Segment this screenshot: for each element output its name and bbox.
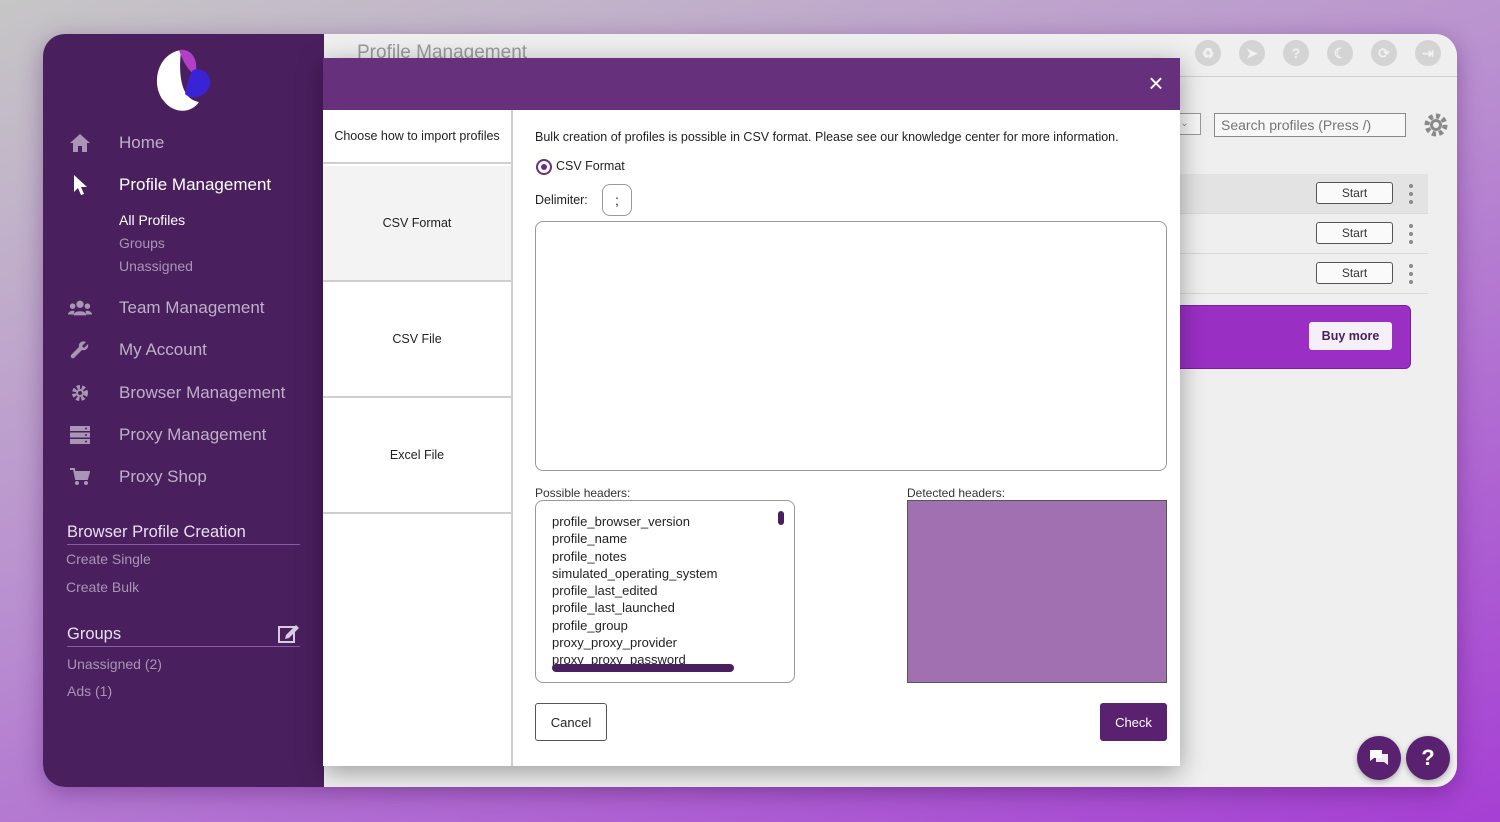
nav-proxy-shop[interactable]: Proxy Shop — [43, 462, 324, 492]
import-method-panel: Choose how to import profiles CSV Format… — [323, 110, 513, 766]
wrench-icon — [68, 339, 92, 361]
search-input[interactable] — [1214, 113, 1406, 137]
csv-input-textarea[interactable] — [535, 221, 1167, 471]
nav-my-account-label: My Account — [119, 340, 207, 359]
list-item: simulated_operating_system — [552, 565, 718, 581]
delimiter-label: Delimiter: — [535, 193, 588, 207]
kebab-menu-icon[interactable] — [1408, 264, 1414, 284]
close-icon[interactable]: × — [1144, 70, 1168, 96]
buy-more-button[interactable]: Buy more — [1309, 322, 1392, 350]
cancel-button[interactable]: Cancel — [535, 703, 607, 741]
recycle-icon[interactable]: ♻ — [1195, 40, 1221, 66]
import-method-title: Choose how to import profiles — [323, 110, 511, 164]
nav-proxy-shop-label: Proxy Shop — [119, 467, 207, 486]
chat-icon[interactable] — [1357, 736, 1401, 780]
list-item: profile_notes — [552, 548, 627, 564]
group-unassigned[interactable]: Unassigned (2) — [67, 656, 162, 672]
detected-headers-label: Detected headers: — [907, 486, 1006, 500]
possible-headers-list[interactable]: profile_browser_version profile_name pro… — [535, 500, 795, 683]
list-item: profile_browser_version — [552, 514, 691, 529]
nav-home-label: Home — [119, 133, 165, 152]
cart-icon — [68, 466, 92, 488]
cursor-icon — [68, 174, 92, 196]
create-single-link[interactable]: Create Single — [66, 551, 151, 567]
nav-browser-management-label: Browser Management — [119, 383, 286, 402]
possible-headers-items: profile_browser_version profile_name pro… — [552, 513, 717, 669]
list-item: proxy_proxy_provider — [552, 635, 678, 651]
group-ads[interactable]: Ads (1) — [67, 683, 112, 699]
sidebar: Home Profile Management All Profiles Gro… — [43, 34, 324, 787]
sub-item-all-profiles[interactable]: All Profiles — [119, 212, 185, 228]
refresh-icon[interactable]: ⟳ — [1371, 40, 1397, 66]
check-button[interactable]: Check — [1100, 703, 1167, 741]
list-item: profile_group — [552, 617, 628, 633]
start-button[interactable]: Start — [1316, 222, 1393, 244]
logout-icon[interactable]: ⇥ — [1415, 40, 1441, 66]
start-button[interactable]: Start — [1316, 262, 1393, 284]
csv-format-radio[interactable] — [536, 159, 552, 175]
settings-gear-icon[interactable] — [1423, 112, 1449, 138]
gear-icon — [68, 382, 92, 404]
modal-header: × — [323, 58, 1180, 110]
delimiter-input[interactable] — [602, 184, 632, 216]
nav-proxy-management-label: Proxy Management — [119, 425, 267, 444]
import-modal: × Choose how to import profiles CSV Form… — [323, 58, 1180, 766]
list-item: profile_name — [552, 531, 628, 547]
server-icon — [68, 424, 92, 446]
browser-profile-creation-title: Browser Profile Creation — [67, 523, 300, 545]
nav-profile-management[interactable]: Profile Management — [43, 170, 324, 200]
horizontal-scrollbar[interactable] — [552, 664, 734, 672]
sub-item-groups[interactable]: Groups — [119, 235, 165, 251]
kebab-menu-icon[interactable] — [1408, 224, 1414, 244]
kebab-menu-icon[interactable] — [1408, 184, 1414, 204]
nav-browser-management[interactable]: Browser Management — [43, 378, 324, 408]
detected-headers-box — [907, 500, 1167, 683]
create-bulk-link[interactable]: Create Bulk — [66, 579, 139, 595]
nav-home[interactable]: Home — [43, 128, 324, 158]
vertical-scrollbar[interactable] — [778, 511, 784, 525]
home-icon — [68, 132, 92, 154]
users-icon — [68, 297, 92, 319]
info-text: Bulk creation of profiles is possible in… — [535, 130, 1119, 144]
help-fab[interactable]: ? — [1406, 736, 1450, 780]
profile-row: Start — [1179, 254, 1428, 294]
top-toolbar: ♻ ➤ ? ☾ ⟳ ⇥ — [1195, 40, 1441, 66]
tab-csv-file[interactable]: CSV File — [323, 282, 511, 398]
brand-logo — [157, 49, 211, 111]
list-item: profile_last_launched — [552, 600, 675, 616]
list-item: profile_last_edited — [552, 583, 658, 599]
tab-excel-file[interactable]: Excel File — [323, 398, 511, 514]
groups-title-label: Groups — [67, 625, 122, 643]
nav-profile-management-label: Profile Management — [119, 175, 272, 194]
help-icon[interactable]: ? — [1283, 40, 1309, 66]
nav-team-management[interactable]: Team Management — [43, 293, 324, 323]
moon-icon[interactable]: ☾ — [1327, 40, 1353, 66]
nav-team-management-label: Team Management — [119, 298, 265, 317]
groups-title: Groups — [67, 625, 300, 647]
tab-csv-format[interactable]: CSV Format — [323, 166, 511, 282]
profile-row: Start — [1179, 174, 1428, 214]
edit-groups-icon[interactable] — [278, 623, 300, 648]
start-button[interactable]: Start — [1316, 182, 1393, 204]
profile-row: Start — [1179, 214, 1428, 254]
nav-proxy-management[interactable]: Proxy Management — [43, 420, 324, 450]
sub-item-unassigned[interactable]: Unassigned — [119, 258, 193, 274]
promo-banner: Buy more — [1179, 305, 1411, 369]
csv-format-radio-label: CSV Format — [556, 159, 625, 173]
nav-my-account[interactable]: My Account — [43, 335, 324, 365]
telegram-icon[interactable]: ➤ — [1239, 40, 1265, 66]
possible-headers-label: Possible headers: — [535, 486, 631, 500]
